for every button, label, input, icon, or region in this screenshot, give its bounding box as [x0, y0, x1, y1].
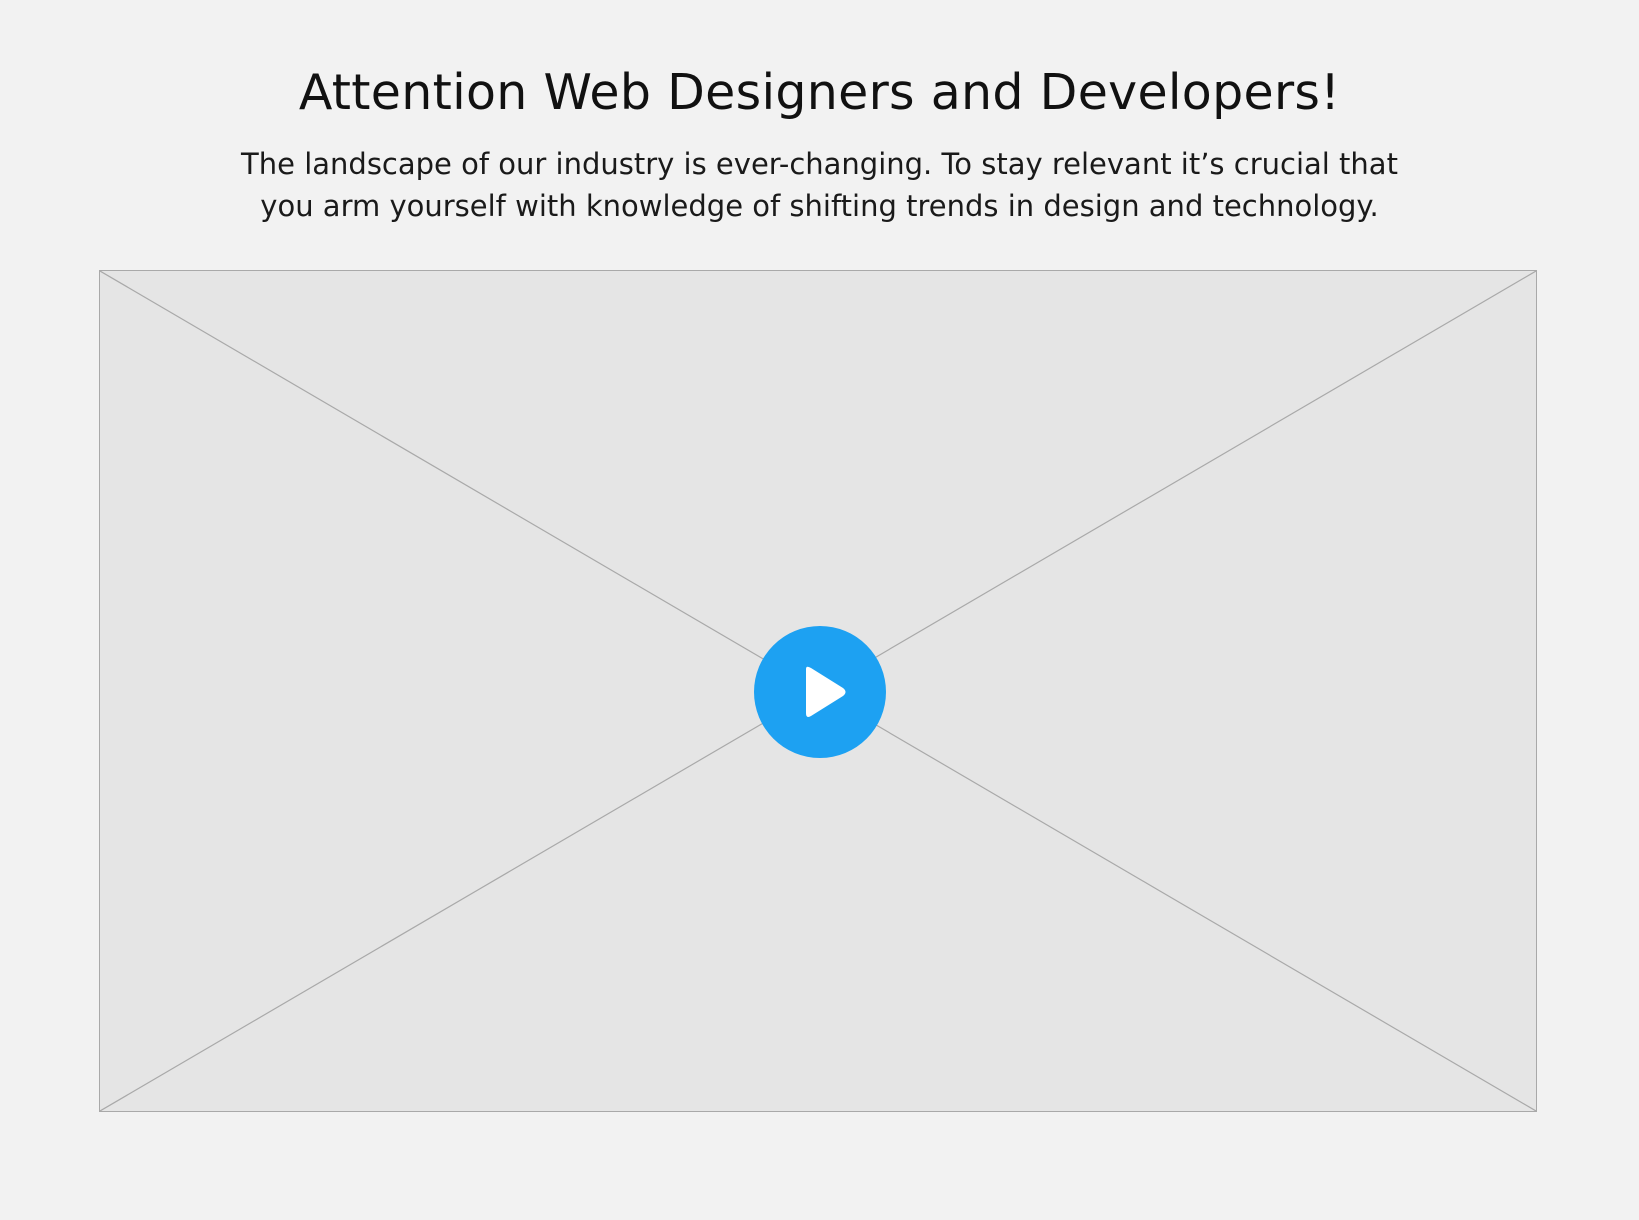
play-button[interactable]: [754, 626, 886, 758]
intro-line-1: The landscape of our industry is ever-ch…: [241, 147, 1398, 181]
intro-line-2: you arm yourself with knowledge of shift…: [260, 189, 1379, 223]
video-player[interactable]: [99, 270, 1537, 1112]
intro-paragraph: The landscape of our industry is ever-ch…: [194, 143, 1445, 227]
play-icon: [754, 626, 886, 758]
page-title: Attention Web Designers and Developers!: [298, 64, 1341, 121]
